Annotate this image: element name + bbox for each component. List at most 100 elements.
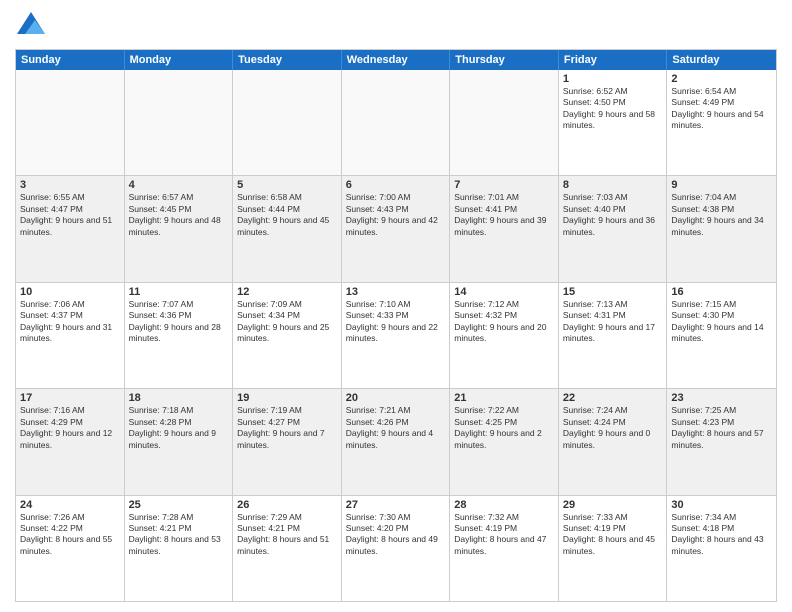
calendar-cell-r0c2 (233, 70, 342, 175)
calendar-cell-r4c4: 28Sunrise: 7:32 AM Sunset: 4:19 PM Dayli… (450, 496, 559, 601)
day-info: Sunrise: 7:01 AM Sunset: 4:41 PM Dayligh… (454, 192, 554, 238)
calendar-cell-r2c3: 13Sunrise: 7:10 AM Sunset: 4:33 PM Dayli… (342, 283, 451, 388)
day-number: 9 (671, 179, 772, 191)
day-number: 4 (129, 179, 229, 191)
day-info: Sunrise: 7:25 AM Sunset: 4:23 PM Dayligh… (671, 405, 772, 451)
calendar-row-3: 10Sunrise: 7:06 AM Sunset: 4:37 PM Dayli… (16, 282, 776, 388)
day-info: Sunrise: 7:34 AM Sunset: 4:18 PM Dayligh… (671, 512, 772, 558)
calendar: SundayMondayTuesdayWednesdayThursdayFrid… (15, 49, 777, 602)
page: SundayMondayTuesdayWednesdayThursdayFrid… (0, 0, 792, 612)
day-number: 16 (671, 286, 772, 298)
calendar-cell-r4c3: 27Sunrise: 7:30 AM Sunset: 4:20 PM Dayli… (342, 496, 451, 601)
day-number: 18 (129, 392, 229, 404)
day-info: Sunrise: 7:07 AM Sunset: 4:36 PM Dayligh… (129, 299, 229, 345)
day-number: 6 (346, 179, 446, 191)
day-info: Sunrise: 7:18 AM Sunset: 4:28 PM Dayligh… (129, 405, 229, 451)
logo (15, 14, 45, 41)
calendar-cell-r4c1: 25Sunrise: 7:28 AM Sunset: 4:21 PM Dayli… (125, 496, 234, 601)
calendar-cell-r3c2: 19Sunrise: 7:19 AM Sunset: 4:27 PM Dayli… (233, 389, 342, 494)
day-info: Sunrise: 7:26 AM Sunset: 4:22 PM Dayligh… (20, 512, 120, 558)
calendar-body: 1Sunrise: 6:52 AM Sunset: 4:50 PM Daylig… (16, 70, 776, 601)
logo-icon (17, 12, 45, 34)
day-number: 17 (20, 392, 120, 404)
calendar-cell-r0c6: 2Sunrise: 6:54 AM Sunset: 4:49 PM Daylig… (667, 70, 776, 175)
day-info: Sunrise: 7:30 AM Sunset: 4:20 PM Dayligh… (346, 512, 446, 558)
calendar-cell-r2c5: 15Sunrise: 7:13 AM Sunset: 4:31 PM Dayli… (559, 283, 668, 388)
calendar-cell-r4c0: 24Sunrise: 7:26 AM Sunset: 4:22 PM Dayli… (16, 496, 125, 601)
calendar-cell-r4c5: 29Sunrise: 7:33 AM Sunset: 4:19 PM Dayli… (559, 496, 668, 601)
day-number: 23 (671, 392, 772, 404)
calendar-header: SundayMondayTuesdayWednesdayThursdayFrid… (16, 50, 776, 70)
day-number: 20 (346, 392, 446, 404)
header-day-tuesday: Tuesday (233, 50, 342, 70)
calendar-cell-r1c4: 7Sunrise: 7:01 AM Sunset: 4:41 PM Daylig… (450, 176, 559, 281)
day-number: 30 (671, 499, 772, 511)
calendar-cell-r0c3 (342, 70, 451, 175)
header-day-friday: Friday (559, 50, 668, 70)
day-info: Sunrise: 6:52 AM Sunset: 4:50 PM Dayligh… (563, 86, 663, 132)
calendar-cell-r0c4 (450, 70, 559, 175)
calendar-cell-r2c6: 16Sunrise: 7:15 AM Sunset: 4:30 PM Dayli… (667, 283, 776, 388)
calendar-cell-r0c5: 1Sunrise: 6:52 AM Sunset: 4:50 PM Daylig… (559, 70, 668, 175)
day-info: Sunrise: 7:32 AM Sunset: 4:19 PM Dayligh… (454, 512, 554, 558)
day-info: Sunrise: 6:55 AM Sunset: 4:47 PM Dayligh… (20, 192, 120, 238)
calendar-cell-r2c4: 14Sunrise: 7:12 AM Sunset: 4:32 PM Dayli… (450, 283, 559, 388)
day-number: 14 (454, 286, 554, 298)
day-info: Sunrise: 7:15 AM Sunset: 4:30 PM Dayligh… (671, 299, 772, 345)
calendar-cell-r4c6: 30Sunrise: 7:34 AM Sunset: 4:18 PM Dayli… (667, 496, 776, 601)
calendar-cell-r0c0 (16, 70, 125, 175)
calendar-row-1: 1Sunrise: 6:52 AM Sunset: 4:50 PM Daylig… (16, 70, 776, 175)
day-info: Sunrise: 7:10 AM Sunset: 4:33 PM Dayligh… (346, 299, 446, 345)
header-day-thursday: Thursday (450, 50, 559, 70)
calendar-cell-r2c2: 12Sunrise: 7:09 AM Sunset: 4:34 PM Dayli… (233, 283, 342, 388)
header-day-sunday: Sunday (16, 50, 125, 70)
day-info: Sunrise: 7:33 AM Sunset: 4:19 PM Dayligh… (563, 512, 663, 558)
day-info: Sunrise: 7:19 AM Sunset: 4:27 PM Dayligh… (237, 405, 337, 451)
day-number: 15 (563, 286, 663, 298)
day-info: Sunrise: 7:09 AM Sunset: 4:34 PM Dayligh… (237, 299, 337, 345)
day-info: Sunrise: 6:54 AM Sunset: 4:49 PM Dayligh… (671, 86, 772, 132)
day-number: 25 (129, 499, 229, 511)
calendar-cell-r1c2: 5Sunrise: 6:58 AM Sunset: 4:44 PM Daylig… (233, 176, 342, 281)
calendar-cell-r3c5: 22Sunrise: 7:24 AM Sunset: 4:24 PM Dayli… (559, 389, 668, 494)
day-info: Sunrise: 7:16 AM Sunset: 4:29 PM Dayligh… (20, 405, 120, 451)
calendar-row-2: 3Sunrise: 6:55 AM Sunset: 4:47 PM Daylig… (16, 175, 776, 281)
calendar-cell-r1c5: 8Sunrise: 7:03 AM Sunset: 4:40 PM Daylig… (559, 176, 668, 281)
calendar-cell-r3c6: 23Sunrise: 7:25 AM Sunset: 4:23 PM Dayli… (667, 389, 776, 494)
calendar-cell-r1c6: 9Sunrise: 7:04 AM Sunset: 4:38 PM Daylig… (667, 176, 776, 281)
calendar-cell-r2c0: 10Sunrise: 7:06 AM Sunset: 4:37 PM Dayli… (16, 283, 125, 388)
day-number: 28 (454, 499, 554, 511)
day-number: 27 (346, 499, 446, 511)
day-number: 3 (20, 179, 120, 191)
day-number: 5 (237, 179, 337, 191)
header-day-monday: Monday (125, 50, 234, 70)
day-info: Sunrise: 7:21 AM Sunset: 4:26 PM Dayligh… (346, 405, 446, 451)
header (15, 10, 777, 41)
day-number: 13 (346, 286, 446, 298)
calendar-row-5: 24Sunrise: 7:26 AM Sunset: 4:22 PM Dayli… (16, 495, 776, 601)
day-number: 26 (237, 499, 337, 511)
calendar-cell-r3c1: 18Sunrise: 7:18 AM Sunset: 4:28 PM Dayli… (125, 389, 234, 494)
day-info: Sunrise: 6:58 AM Sunset: 4:44 PM Dayligh… (237, 192, 337, 238)
calendar-cell-r4c2: 26Sunrise: 7:29 AM Sunset: 4:21 PM Dayli… (233, 496, 342, 601)
calendar-cell-r1c1: 4Sunrise: 6:57 AM Sunset: 4:45 PM Daylig… (125, 176, 234, 281)
day-info: Sunrise: 7:29 AM Sunset: 4:21 PM Dayligh… (237, 512, 337, 558)
day-number: 19 (237, 392, 337, 404)
day-info: Sunrise: 7:06 AM Sunset: 4:37 PM Dayligh… (20, 299, 120, 345)
calendar-cell-r3c3: 20Sunrise: 7:21 AM Sunset: 4:26 PM Dayli… (342, 389, 451, 494)
day-info: Sunrise: 7:13 AM Sunset: 4:31 PM Dayligh… (563, 299, 663, 345)
day-number: 24 (20, 499, 120, 511)
day-number: 8 (563, 179, 663, 191)
day-info: Sunrise: 7:03 AM Sunset: 4:40 PM Dayligh… (563, 192, 663, 238)
day-info: Sunrise: 7:04 AM Sunset: 4:38 PM Dayligh… (671, 192, 772, 238)
header-day-saturday: Saturday (667, 50, 776, 70)
day-number: 12 (237, 286, 337, 298)
day-info: Sunrise: 6:57 AM Sunset: 4:45 PM Dayligh… (129, 192, 229, 238)
day-info: Sunrise: 7:28 AM Sunset: 4:21 PM Dayligh… (129, 512, 229, 558)
calendar-cell-r1c3: 6Sunrise: 7:00 AM Sunset: 4:43 PM Daylig… (342, 176, 451, 281)
day-number: 11 (129, 286, 229, 298)
day-number: 1 (563, 73, 663, 85)
day-number: 10 (20, 286, 120, 298)
calendar-cell-r3c0: 17Sunrise: 7:16 AM Sunset: 4:29 PM Dayli… (16, 389, 125, 494)
day-info: Sunrise: 7:22 AM Sunset: 4:25 PM Dayligh… (454, 405, 554, 451)
